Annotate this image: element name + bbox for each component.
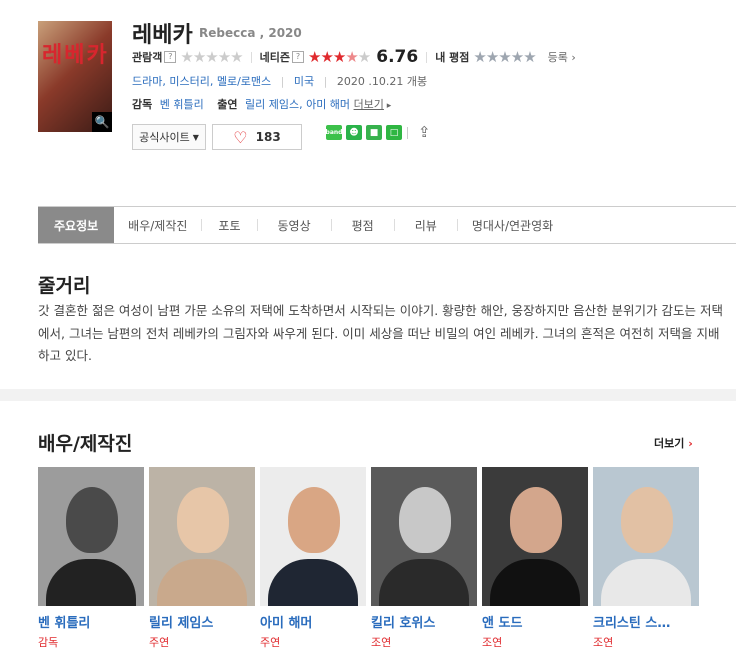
cast-card[interactable]: 킬리 호위스 조연 <box>371 467 477 650</box>
person-role: 조연 <box>482 636 503 649</box>
netizen-label: 네티즌 <box>259 51 290 64</box>
person-photo[interactable] <box>482 467 588 606</box>
like-count: 183 <box>255 130 281 144</box>
caret-down-icon: ▼ <box>192 132 199 142</box>
person-photo[interactable] <box>149 467 255 606</box>
person-photo[interactable] <box>371 467 477 606</box>
cast-card[interactable]: 릴리 제임스 주연 <box>149 467 255 650</box>
help-icon[interactable]: ? <box>164 51 177 63</box>
cast-card[interactable]: 크리스틴 스… 조연 <box>593 467 699 650</box>
person-name[interactable]: 킬리 호위스 <box>371 612 477 631</box>
heart-icon: ♡ <box>233 127 248 147</box>
help-icon[interactable]: ? <box>292 51 304 63</box>
genre-link[interactable]: 드라마 <box>132 75 162 88</box>
zoom-icon[interactable]: 🔍 <box>92 112 112 132</box>
line-icon[interactable]: ☻ <box>346 125 362 140</box>
tab-bar: 주요정보 배우/제작진 포토 동영상 평점 리뷰 명대사/연관영화 <box>38 206 736 244</box>
movie-poster[interactable]: 레베카 🔍 <box>38 21 112 132</box>
my-rating-label: 내 평점 <box>435 51 470 64</box>
tab-cast-crew[interactable]: 배우/제작진 <box>114 207 201 243</box>
poster-title: 레베카 <box>42 43 109 68</box>
tab-main-info[interactable]: 주요정보 <box>38 207 115 243</box>
cast-heading: 배우/제작진 <box>38 433 133 455</box>
genre-link[interactable]: 미스터리 <box>169 75 209 88</box>
crew-line: 감독 벤 휘틀리 출연 릴리 제임스, 아미 해머 더보기 ▸ <box>132 98 392 111</box>
cast-card[interactable]: 앤 도드 조연 <box>482 467 588 650</box>
divider <box>426 51 428 63</box>
person-name[interactable]: 아미 해머 <box>260 612 366 631</box>
audience-label: 관람객 <box>132 51 163 64</box>
my-rating-stars[interactable]: ★★★★★ <box>473 48 536 66</box>
release-date: 2020 .10.21 개봉 <box>336 75 428 88</box>
tab-rating[interactable]: 평점 <box>332 207 394 243</box>
divider <box>407 127 408 139</box>
director-label: 감독 <box>132 98 153 111</box>
bookmark-icon[interactable]: ■ <box>366 125 382 140</box>
ratings-row: 관람객 ? ★★★★★ 네티즌 ? ★★★★★ 6.76 내 평점 ★★★★★ … <box>132 47 576 67</box>
person-photo[interactable] <box>593 467 699 606</box>
movie-meta: 드라마, 미스터리, 멜로/로맨스 | 미국 | 2020 .10.21 개봉 <box>132 75 428 88</box>
person-role: 주연 <box>260 636 281 649</box>
naver-band-icon[interactable]: band <box>326 125 342 140</box>
divider <box>250 51 252 63</box>
cast-card[interactable]: 아미 해머 주연 <box>260 467 366 650</box>
netizen-stars: ★★★★★ <box>308 48 371 66</box>
person-name[interactable]: 앤 도드 <box>482 612 588 631</box>
person-photo[interactable] <box>38 467 144 606</box>
share-icon[interactable]: ⇪ <box>418 123 431 141</box>
person-name[interactable]: 벤 휘틀리 <box>38 612 144 631</box>
synopsis-text: 갓 결혼한 젊은 여성이 남편 가문 소유의 저택에 도착하면서 시작되는 이야… <box>38 303 723 363</box>
cast-label: 출연 <box>217 98 238 111</box>
cast-links[interactable]: 릴리 제임스, 아미 해머 <box>245 98 350 111</box>
person-photo[interactable] <box>260 467 366 606</box>
director-link[interactable]: 벤 휘틀리 <box>160 98 204 111</box>
movie-title: 레베카 <box>132 23 193 48</box>
audience-stars: ★★★★★ <box>180 48 243 66</box>
cast-card[interactable]: 벤 휘틀리 감독 <box>38 467 144 650</box>
like-button[interactable]: ♡ 183 <box>212 124 302 150</box>
tab-review[interactable]: 리뷰 <box>395 207 457 243</box>
tab-video[interactable]: 동영상 <box>258 207 331 243</box>
netizen-score: 6.76 <box>376 47 419 67</box>
section-divider <box>0 389 736 401</box>
synopsis-heading: 줄거리 <box>38 275 91 297</box>
country-link[interactable]: 미국 <box>294 75 314 88</box>
crew-more-link[interactable]: 더보기 <box>354 98 384 111</box>
person-role: 감독 <box>38 636 59 649</box>
person-role: 조연 <box>371 636 392 649</box>
tab-quotes-related[interactable]: 명대사/연관영화 <box>458 207 567 243</box>
original-title: Rebecca , 2020 <box>199 26 302 40</box>
person-role: 조연 <box>593 636 614 649</box>
register-rating-link[interactable]: 등록 › <box>548 49 576 65</box>
person-name[interactable]: 크리스틴 스… <box>593 612 699 631</box>
blog-icon[interactable]: □ <box>386 125 402 140</box>
official-site-button[interactable]: 공식사이트 ▼ <box>132 124 206 150</box>
person-role: 주연 <box>149 636 170 649</box>
tab-photo[interactable]: 포토 <box>202 207 256 243</box>
genre-link[interactable]: 멜로/로맨스 <box>217 75 271 88</box>
cast-more-link[interactable]: 더보기 › <box>654 435 693 451</box>
person-name[interactable]: 릴리 제임스 <box>149 612 255 631</box>
